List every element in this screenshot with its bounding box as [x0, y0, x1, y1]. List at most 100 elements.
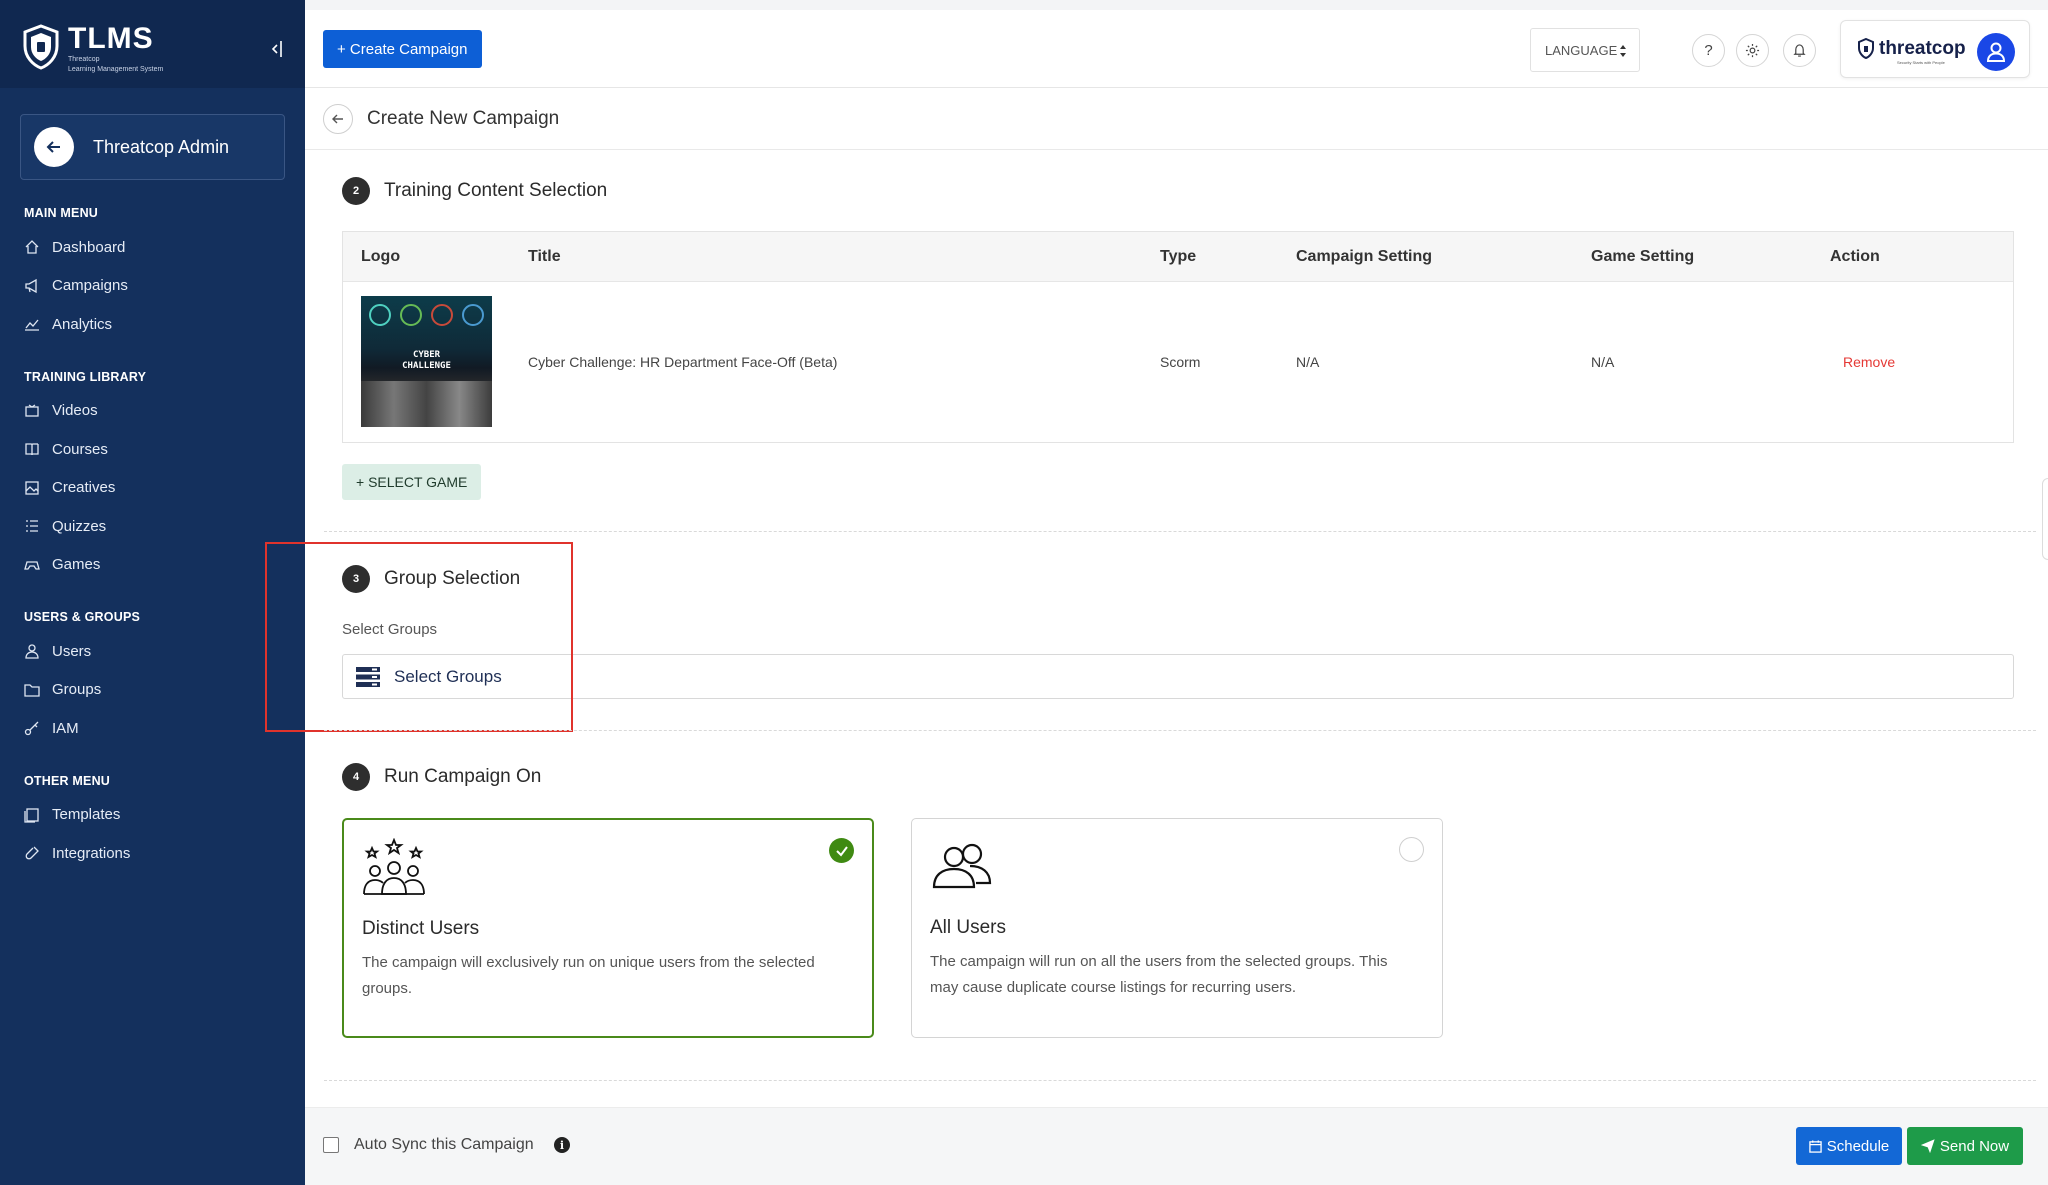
sidebar-item-games[interactable]: Games: [0, 546, 305, 585]
run-section-header: 4 Run Campaign On: [342, 763, 541, 791]
col-game-setting: Game Setting: [1591, 248, 1695, 265]
folder-icon: [24, 684, 40, 697]
unselected-radio[interactable]: [1399, 837, 1424, 862]
auto-sync-label: Auto Sync this Campaign: [354, 1136, 534, 1153]
admin-switch[interactable]: Threatcop Admin: [20, 114, 285, 180]
sidebar-item-label: Groups: [52, 681, 102, 699]
user-avatar-icon: [1986, 42, 2006, 62]
schedule-button[interactable]: Schedule: [1796, 1127, 1902, 1165]
key-icon: [24, 721, 39, 736]
admin-label: Threatcop Admin: [93, 136, 230, 157]
link-icon: [25, 846, 39, 860]
sort-arrows-icon: [1620, 45, 1626, 57]
sidebar-item-label: Integrations: [52, 844, 131, 862]
page-title: Create New Campaign: [367, 107, 560, 129]
sidebar-item-label: Games: [52, 556, 101, 574]
send-now-label: Send Now: [1939, 1137, 2010, 1155]
thumbnail-text-2: CHALLENGE: [402, 361, 451, 371]
sidebar-item-label: Quizzes: [52, 517, 107, 535]
card-description: The campaign will run on all the users f…: [930, 953, 1388, 996]
table-header: Logo Title Type Campaign Setting Game Se…: [343, 232, 2013, 282]
user-icon: [25, 644, 39, 659]
menu-section-other: OTHER MENU: [24, 773, 111, 788]
send-now-button[interactable]: Send Now: [1907, 1127, 2023, 1165]
brand-name: TLMS: [68, 22, 154, 55]
distinct-users-card[interactable]: Distinct Users The campaign will exclusi…: [342, 818, 874, 1038]
collapse-sidebar-button[interactable]: [269, 38, 285, 60]
sidebar-item-quizzes[interactable]: Quizzes: [0, 507, 305, 546]
sidebar-item-courses[interactable]: Courses: [0, 430, 305, 469]
help-button[interactable]: ?: [1692, 34, 1725, 67]
footer-bar: Auto Sync this Campaign i Schedule Send …: [305, 1107, 2048, 1185]
sidebar-item-integrations[interactable]: Integrations: [0, 834, 305, 873]
megaphone-icon: [25, 278, 37, 293]
divider: [324, 1080, 2036, 1081]
profile-menu[interactable]: threatcop Security Starts with People: [1840, 20, 2030, 78]
create-campaign-button[interactable]: + Create Campaign: [323, 30, 482, 68]
sidebar-item-analytics[interactable]: Analytics: [0, 305, 305, 344]
card-title: Distinct Users: [362, 918, 480, 939]
col-logo: Logo: [361, 248, 401, 265]
avatar[interactable]: [1977, 33, 2015, 71]
training-section-header: 2 Training Content Selection: [342, 177, 607, 205]
gamepad-icon: [24, 561, 40, 570]
back-arrow-icon: [34, 127, 74, 167]
sidebar-item-groups[interactable]: Groups: [0, 671, 305, 710]
remove-link[interactable]: Remove: [1843, 354, 1895, 370]
language-select[interactable]: LANGUAGE: [1530, 28, 1640, 72]
all-users-card[interactable]: All Users The campaign will run on all t…: [911, 818, 1443, 1038]
col-type: Type: [1160, 248, 1197, 265]
select-groups-field[interactable]: Select Groups: [342, 654, 2014, 699]
sidebar-item-creatives[interactable]: Creatives: [0, 469, 305, 508]
calendar-icon: [1808, 1139, 1822, 1153]
auto-sync-checkbox[interactable]: [323, 1137, 339, 1153]
sidebar-item-iam[interactable]: IAM: [0, 709, 305, 748]
brand-subtitle-2: Learning Management System: [68, 66, 164, 73]
sidebar-item-label: IAM: [52, 719, 79, 737]
menu-section-main: MAIN MENU: [24, 206, 99, 220]
content-title: Cyber Challenge: HR Department Face-Off …: [528, 354, 838, 370]
gear-icon: [1745, 43, 1760, 58]
sidebar-item-templates[interactable]: Templates: [0, 796, 305, 835]
app-root: TLMS Threatcop Learning Management Syste…: [0, 0, 2048, 1185]
sidebar-item-label: Dashboard: [52, 238, 126, 256]
highlight-box: [265, 542, 573, 732]
collapse-icon: [271, 41, 282, 57]
sidebar: TLMS Threatcop Learning Management Syste…: [0, 0, 305, 1185]
sidebar-item-campaigns[interactable]: Campaigns: [0, 267, 305, 306]
sidebar-item-videos[interactable]: Videos: [0, 392, 305, 431]
thumbnail-text-1: CYBER: [412, 350, 441, 360]
col-campaign-setting: Campaign Setting: [1296, 248, 1433, 265]
back-button[interactable]: [323, 103, 353, 134]
home-icon: [25, 240, 39, 254]
threatcop-tagline: Security Starts with People: [1897, 60, 1945, 65]
sidebar-item-label: Templates: [52, 806, 121, 824]
col-action: Action: [1830, 248, 1880, 265]
info-icon[interactable]: i: [554, 1137, 570, 1153]
scroll-handle[interactable]: [2042, 478, 2048, 560]
video-icon: [25, 404, 39, 417]
sidebar-item-label: Courses: [52, 440, 108, 458]
brand: TLMS Threatcop Learning Management Syste…: [0, 0, 305, 88]
threatcop-shield-icon: [1858, 38, 1874, 60]
threatcop-logo-text: threatcop: [1879, 38, 1966, 59]
sidebar-item-label: Campaigns: [52, 277, 128, 295]
section-title: Run Campaign On: [384, 766, 542, 787]
back-arrow-icon: [332, 114, 343, 123]
select-game-button[interactable]: + SELECT GAME: [342, 464, 482, 500]
sidebar-item-users[interactable]: Users: [0, 632, 305, 671]
all-users-icon: [932, 843, 992, 889]
notifications-button[interactable]: [1783, 34, 1816, 67]
game-thumbnail: CYBER CHALLENGE: [361, 296, 492, 427]
settings-button[interactable]: [1736, 34, 1769, 67]
language-select-label: LANGUAGE: [1545, 42, 1618, 58]
sidebar-item-label: Analytics: [52, 315, 113, 333]
sidebar-item-dashboard[interactable]: Dashboard: [0, 228, 305, 267]
content-type: Scorm: [1160, 354, 1201, 370]
table-row: CYBER CHALLENGE Cyber Challenge: HR Depa…: [343, 282, 2013, 442]
selected-check-icon: [829, 838, 854, 863]
book-icon: [25, 443, 39, 456]
shield-logo-icon: [23, 24, 59, 70]
training-table: Logo Title Type Campaign Setting Game Se…: [342, 231, 2014, 443]
card-title: All Users: [930, 917, 1007, 938]
